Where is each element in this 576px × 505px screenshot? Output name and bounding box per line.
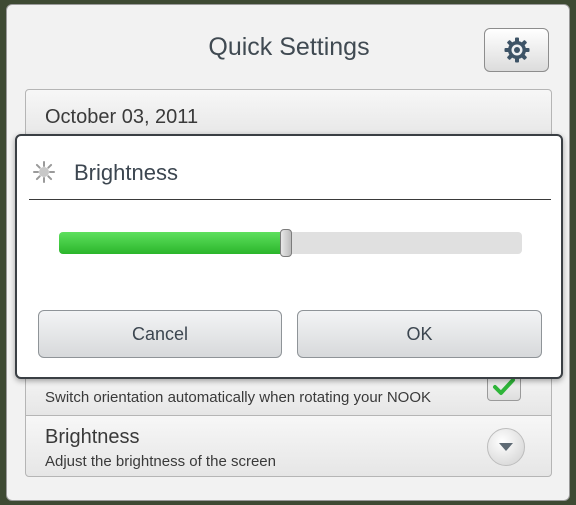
brightness-slider-fill [59,232,286,254]
brightness-row[interactable]: Brightness Adjust the brightness of the … [25,415,552,477]
dialog-divider [29,199,551,200]
dialog-title: Brightness [74,160,178,185]
brightness-dialog: Brightness Cancel OK [15,134,563,379]
brightness-icon [33,161,55,183]
chevron-down-icon [499,443,513,451]
gear-icon [504,37,529,63]
checkmark-icon [493,378,515,395]
brightness-slider[interactable] [59,229,522,257]
brightness-slider-thumb[interactable] [279,229,292,257]
brightness-row-title: Brightness [45,426,140,448]
settings-button[interactable] [484,28,549,72]
auto-orientation-description: Switch orientation automatically when ro… [45,389,432,406]
cancel-button[interactable]: Cancel [38,310,282,358]
date-text: October 03, 2011 [45,106,199,128]
ok-button[interactable]: OK [297,310,542,358]
brightness-expand-button[interactable] [487,428,525,466]
brightness-row-description: Adjust the brightness of the screen [45,453,276,470]
